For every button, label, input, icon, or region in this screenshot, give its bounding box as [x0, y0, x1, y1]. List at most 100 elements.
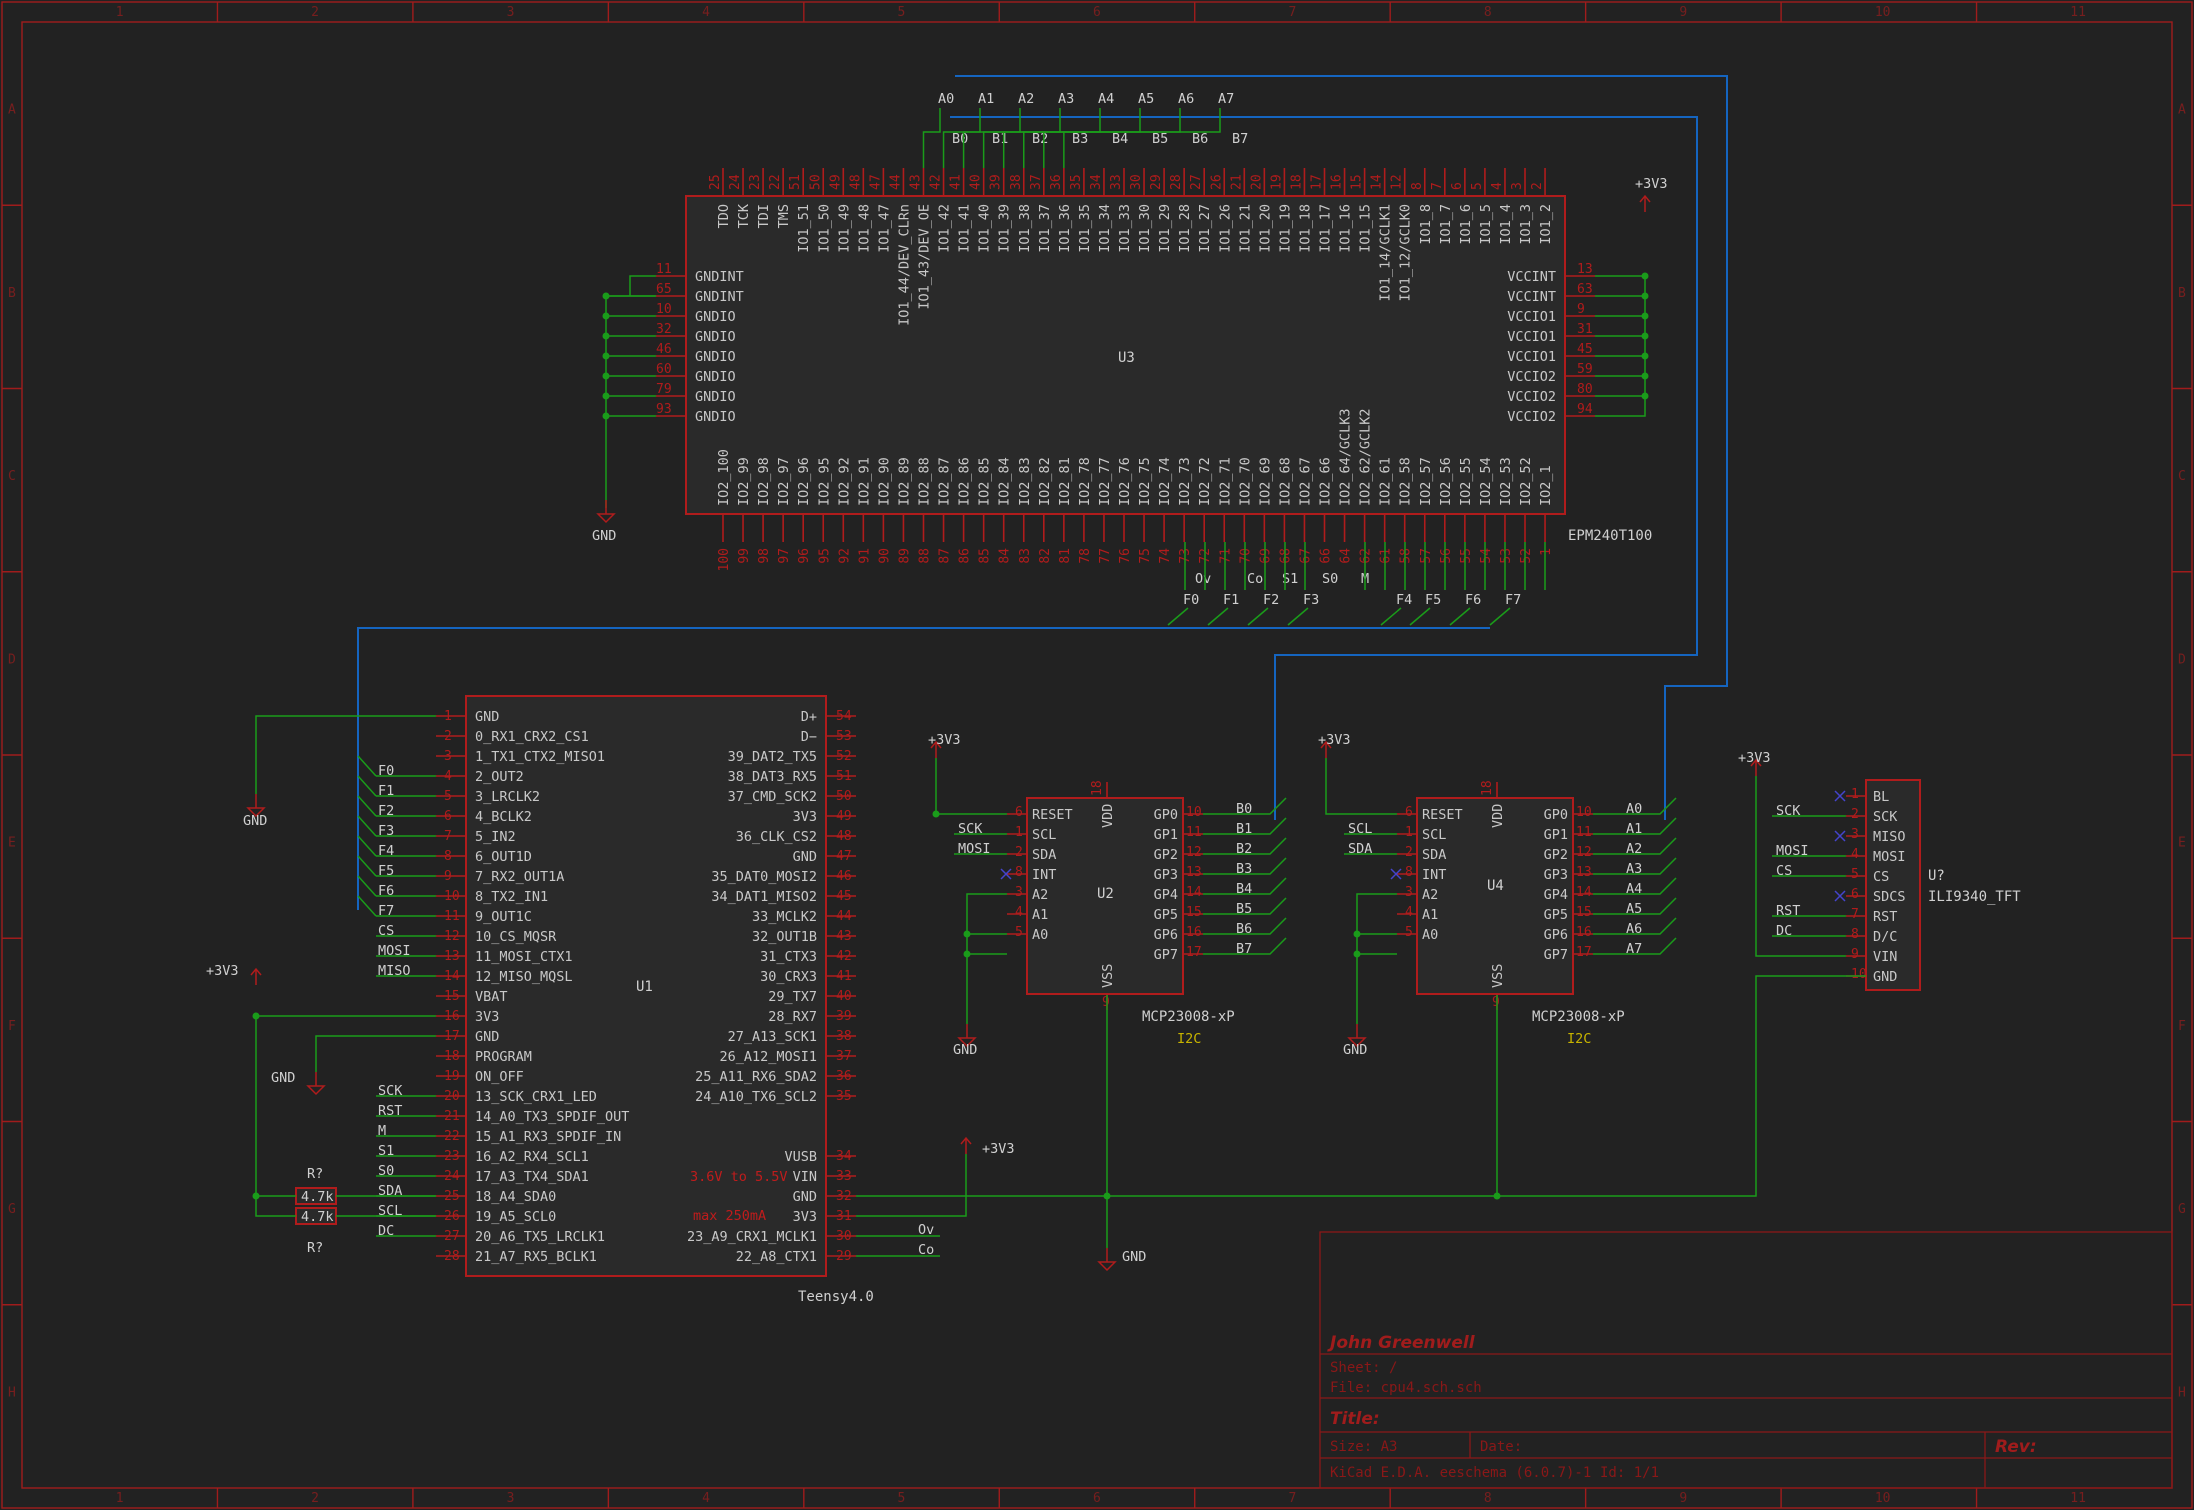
- u4-pin-number: 10: [1576, 805, 1592, 820]
- tft-pin-number: 4: [1851, 847, 1859, 862]
- u3-pin-number: 39: [989, 174, 1004, 190]
- u3-pin-name: IO2_58: [1398, 457, 1414, 506]
- u1-teensy[interactable]: 1 GND 2 0_RX1_CRX2_CS1 3 1_TX1_CTX2_MISO1 4 2_O…: [295, 695, 934, 1277]
- u2-pin-number: 18: [1090, 780, 1105, 796]
- u2-pin-name: A0: [1032, 927, 1048, 943]
- frame-row-label: H: [8, 1385, 16, 1400]
- power-3v3-label: +3V3: [982, 1141, 1015, 1157]
- u3-pin-name: IO2_95: [816, 457, 832, 506]
- u3-pin-number: 90: [877, 548, 892, 564]
- u1-pin-number: 3: [444, 749, 452, 764]
- u3-pin-name: IO2_57: [1418, 457, 1434, 506]
- u3-pin-number: 51: [788, 174, 803, 190]
- u1-pin-name: VUSB: [784, 1149, 817, 1165]
- frame-row-label: H: [2178, 1385, 2186, 1400]
- u3-pin-name: IO2_97: [776, 457, 792, 506]
- wire: [255, 715, 436, 794]
- u4-pin-name: VSS: [1490, 964, 1506, 988]
- u3-pin-name: IO2_92: [836, 457, 852, 506]
- tft-pin-name: MISO: [1873, 829, 1906, 845]
- u4-value: MCP23008-xP: [1532, 1009, 1625, 1025]
- u1-pin-number: 2: [444, 729, 452, 744]
- power-3v3-label: +3V3: [928, 732, 961, 748]
- u1-pin-number: 43: [836, 929, 852, 944]
- u1-3v3-note: max 250mA: [693, 1208, 766, 1224]
- u4-pin-number: 17: [1576, 945, 1592, 960]
- u1-pin-name: 35_DAT0_MOSI2: [711, 869, 817, 885]
- u3-pin-name: GNDIO: [695, 389, 736, 405]
- u3-pin-name: IO2_75: [1137, 457, 1153, 506]
- u3-pin-number: 100: [717, 548, 732, 571]
- u1-pin-number: 16: [444, 1009, 460, 1024]
- u3-pin-number: 81: [1058, 548, 1073, 564]
- junction-dot: [602, 312, 610, 320]
- frame-column-label: 5: [898, 1491, 906, 1506]
- junction-dot: [1641, 392, 1649, 400]
- u3-pin-name: IO1_49: [836, 204, 852, 253]
- u1-pin-name: 14_A0_TX3_SPDIF_OUT: [475, 1109, 629, 1125]
- resistor-value: 4.7k: [301, 1209, 334, 1225]
- u3-pin-name: IO1_18: [1297, 204, 1313, 253]
- frame-row-label: G: [2178, 1202, 2186, 1217]
- u4-pin-name: GP0: [1544, 807, 1568, 823]
- wire: [605, 295, 656, 508]
- u3-pin-number: 20: [1249, 174, 1264, 190]
- u3-net-label-f: F1: [1223, 592, 1239, 608]
- u3-pin-number: 26: [1209, 174, 1224, 190]
- u2-pin-number: 4: [1015, 905, 1023, 920]
- u3-pin-number: 77: [1098, 548, 1113, 564]
- frame-row-label: D: [2178, 652, 2186, 667]
- u3-pin-number: 62: [1359, 548, 1374, 564]
- u1-pin-number: 54: [836, 709, 852, 724]
- u3-pin-number: 93: [656, 402, 672, 417]
- wire: [357, 775, 377, 797]
- u3-pin-name: VCCINT: [1507, 289, 1556, 305]
- power-3v3-label: +3V3: [1318, 732, 1351, 748]
- u3-pin-number: 2: [1530, 182, 1545, 190]
- tft-pin-number: 10: [1851, 967, 1867, 982]
- u3-pin-number: 10: [656, 302, 672, 317]
- resistor-ref: R?: [307, 1166, 323, 1182]
- tft-pin-number: 5: [1851, 867, 1859, 882]
- u1-pin-name: 8_TX2_IN1: [475, 889, 548, 905]
- u1-pin-number: 11: [444, 909, 460, 924]
- u3-pin-number: 57: [1419, 548, 1434, 564]
- gnd-label: GND: [1343, 1042, 1367, 1058]
- schematic-sheet: 11223344556677889910101111A AB BC CD DE EF FG G…: [1, 1, 2193, 1509]
- u3-pin-number: 74: [1158, 548, 1173, 564]
- wire: [1595, 275, 1646, 417]
- u2-pin-number: 1: [1015, 825, 1023, 840]
- u3-pin-number: 50: [808, 174, 823, 190]
- u1-pin-name: 30_CRX3: [760, 969, 817, 985]
- u4-pin-name: GP1: [1544, 827, 1568, 843]
- u3-net-label-b: B5: [1152, 131, 1168, 147]
- u1-pin-number: 7: [444, 829, 452, 844]
- u3-pin-number: 94: [1577, 402, 1593, 417]
- u3-pin-number: 7: [1430, 182, 1445, 190]
- u1-pin-name: 10_CS_MQSR: [475, 929, 557, 945]
- u3-pin-number: 9: [1577, 302, 1585, 317]
- junction-dot: [1641, 332, 1649, 340]
- u4-io-expander[interactable]: 6 RESET1 SCLSCL2 SDASDA8 INT3 A24 A15 A010GP0 A0…: [1348, 780, 1642, 1010]
- u1-pin-name: 33_MCLK2: [752, 909, 817, 925]
- u1-pin-number: 28: [444, 1249, 460, 1264]
- frame-column-label: 1: [116, 5, 124, 20]
- u1-pin-name: 19_A5_SCL0: [475, 1209, 556, 1225]
- u1-pin-name: GND: [793, 849, 817, 865]
- frame-row-label: A: [2178, 103, 2186, 118]
- u4-pin-number: 6: [1405, 805, 1413, 820]
- tft-display[interactable]: 1 BL2 SCKSCK3 MISO4 MOSIMOSI5 CSCS6 SDCS7 RSTRS…: [1776, 779, 1921, 991]
- junction-dot: [252, 1012, 260, 1020]
- u3-pin-number: 86: [958, 548, 973, 564]
- u3-pin-number: 78: [1078, 548, 1093, 564]
- junction-dot: [1641, 292, 1649, 300]
- u2-pin-name: GP0: [1154, 807, 1178, 823]
- u3-pin-number: 56: [1439, 548, 1454, 564]
- u3-pin-name: IO2_66: [1318, 457, 1334, 506]
- wire: [357, 895, 377, 917]
- u1-pin-name: 36_CLK_CS2: [736, 829, 817, 845]
- u1-pin-number: 17: [444, 1029, 460, 1044]
- u3-pin-number: 31: [1577, 322, 1593, 337]
- u3-pin-number: 40: [969, 174, 984, 190]
- u3-pin-number: 79: [656, 382, 672, 397]
